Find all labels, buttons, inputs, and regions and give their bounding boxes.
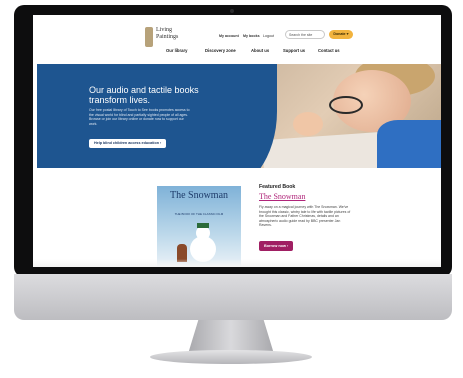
website-screen: Living Paintings My account My books Log… bbox=[33, 15, 441, 267]
featured-book-cover[interactable]: The Snowman THE BOOK OF THE CLASSIC FILM bbox=[157, 186, 241, 266]
logout-link[interactable]: Logout bbox=[263, 34, 274, 38]
featured-title-link[interactable]: The Snowman bbox=[259, 192, 305, 201]
nav-support-us[interactable]: Support us bbox=[283, 48, 305, 53]
featured-kicker: Featured Book bbox=[259, 184, 296, 190]
logo-icon[interactable] bbox=[145, 27, 153, 47]
featured-body-text: Fly away on a magical journey with The S… bbox=[259, 205, 351, 228]
monitor-stand-base bbox=[150, 350, 312, 364]
monitor-stand-neck bbox=[188, 320, 274, 354]
child-hand bbox=[293, 112, 323, 136]
hero-title: Our audio and tactile books transform li… bbox=[89, 85, 199, 105]
donate-button[interactable]: Donate ♥ bbox=[329, 30, 353, 39]
child-shirt bbox=[377, 120, 441, 168]
my-books-link[interactable]: My books bbox=[243, 34, 260, 38]
cover-subtitle: THE BOOK OF THE CLASSIC FILM bbox=[174, 212, 224, 216]
snowman-hat bbox=[197, 223, 209, 228]
child-glasses bbox=[329, 96, 363, 114]
hero-body-text: Our free postal library of Touch to See … bbox=[89, 108, 190, 126]
borrow-now-button[interactable]: Borrow now › bbox=[259, 241, 294, 251]
snowman-head bbox=[196, 226, 210, 240]
nav-contact-us[interactable]: Contact us bbox=[318, 48, 340, 53]
site-header: Living Paintings My account My books Log… bbox=[33, 15, 441, 61]
nav-discovery-zone[interactable]: Discovery zone bbox=[205, 48, 236, 53]
tactile-book-page bbox=[261, 131, 385, 168]
cover-title: The Snowman bbox=[169, 190, 229, 201]
camera-dot bbox=[230, 9, 234, 13]
nav-our-library[interactable]: Our library bbox=[166, 48, 187, 53]
screen-bottom-fade bbox=[33, 259, 441, 267]
hero-banner: Our audio and tactile books transform li… bbox=[37, 64, 441, 168]
my-account-link[interactable]: My account bbox=[219, 34, 239, 38]
search-input[interactable]: Search the site bbox=[285, 30, 325, 39]
monitor-chin bbox=[14, 274, 452, 320]
logo-text[interactable]: Living Paintings bbox=[156, 27, 186, 41]
hero-cta-button[interactable]: Help blind children access education › bbox=[89, 139, 167, 148]
nav-about-us[interactable]: About us bbox=[251, 48, 269, 53]
